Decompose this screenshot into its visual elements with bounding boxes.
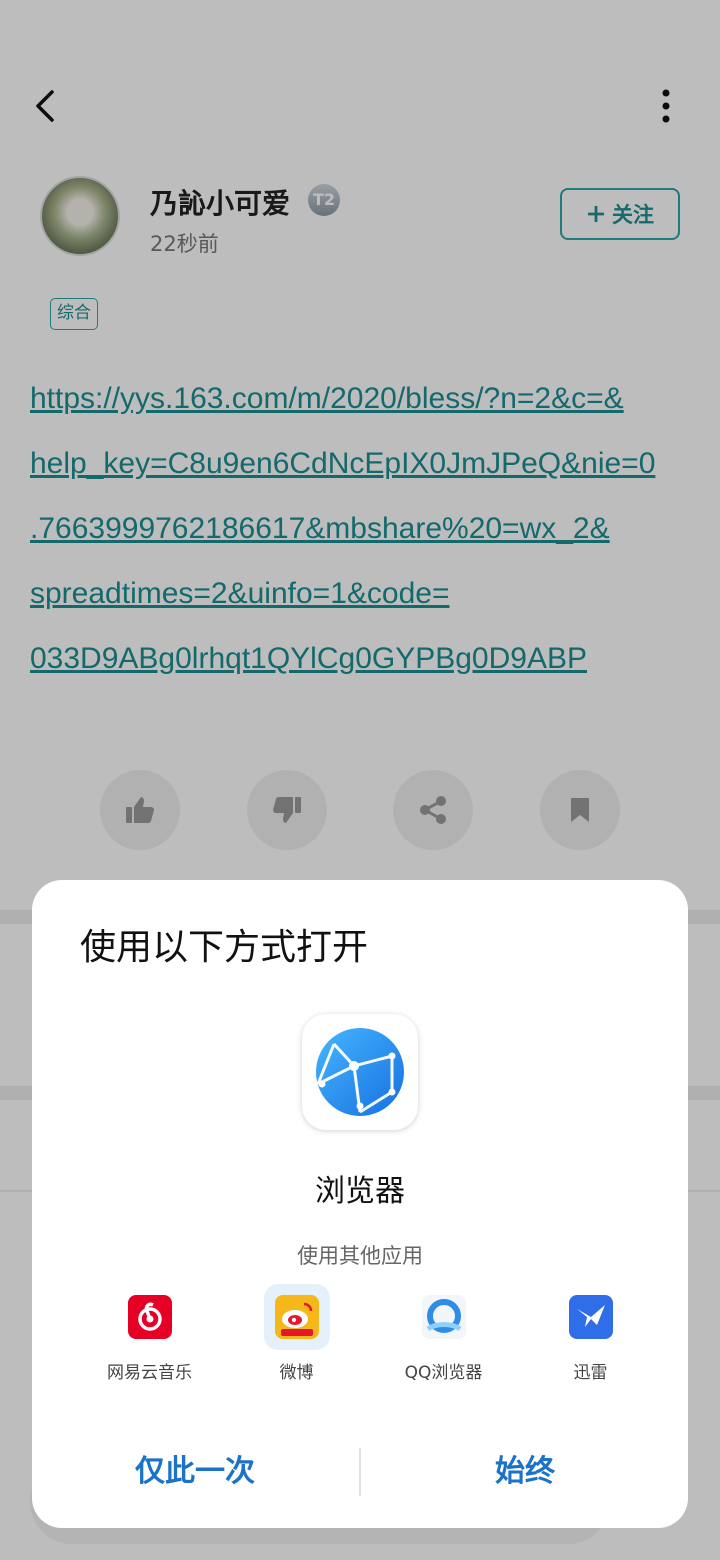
app-option-qq-browser[interactable]: QQ浏览器 xyxy=(370,1284,517,1383)
always-button[interactable]: 始终 xyxy=(362,1446,688,1498)
app-label: QQ浏览器 xyxy=(404,1363,483,1383)
other-apps-label: 使用其他应用 xyxy=(297,1244,423,1268)
app-label: 迅雷 xyxy=(573,1363,608,1383)
other-apps-row: 网易云音乐 微博 QQ浏览器 迅雷 xyxy=(76,1284,664,1383)
app-label: 网易云音乐 xyxy=(107,1363,192,1383)
browser-globe-icon xyxy=(316,1028,404,1116)
app-option-xunlei[interactable]: 迅雷 xyxy=(517,1284,664,1383)
app-icon-container xyxy=(117,1284,183,1350)
open-with-dialog: 使用以下方式打开 浏览器 使用其他应用 网易云音乐 微博 QQ浏览器 迅雷 仅此… xyxy=(32,880,688,1528)
app-icon-container xyxy=(411,1284,477,1350)
default-app-tile[interactable] xyxy=(302,1014,418,1130)
app-option-netease-music[interactable]: 网易云音乐 xyxy=(76,1284,223,1383)
default-app-name[interactable]: 浏览器 xyxy=(32,1166,688,1210)
button-divider xyxy=(359,1448,361,1496)
dialog-title: 使用以下方式打开 xyxy=(80,927,369,968)
dialog-buttons: 仅此一次 始终 xyxy=(32,1446,688,1498)
weibo-icon xyxy=(274,1295,319,1339)
app-icon-container xyxy=(558,1284,624,1350)
xunlei-icon xyxy=(568,1295,613,1339)
netease-music-icon xyxy=(127,1295,172,1339)
just-once-button[interactable]: 仅此一次 xyxy=(32,1446,358,1498)
app-option-weibo[interactable]: 微博 xyxy=(223,1284,370,1383)
app-label: 微博 xyxy=(279,1363,314,1383)
qq-browser-icon xyxy=(421,1295,466,1339)
app-icon-container xyxy=(263,1284,330,1350)
